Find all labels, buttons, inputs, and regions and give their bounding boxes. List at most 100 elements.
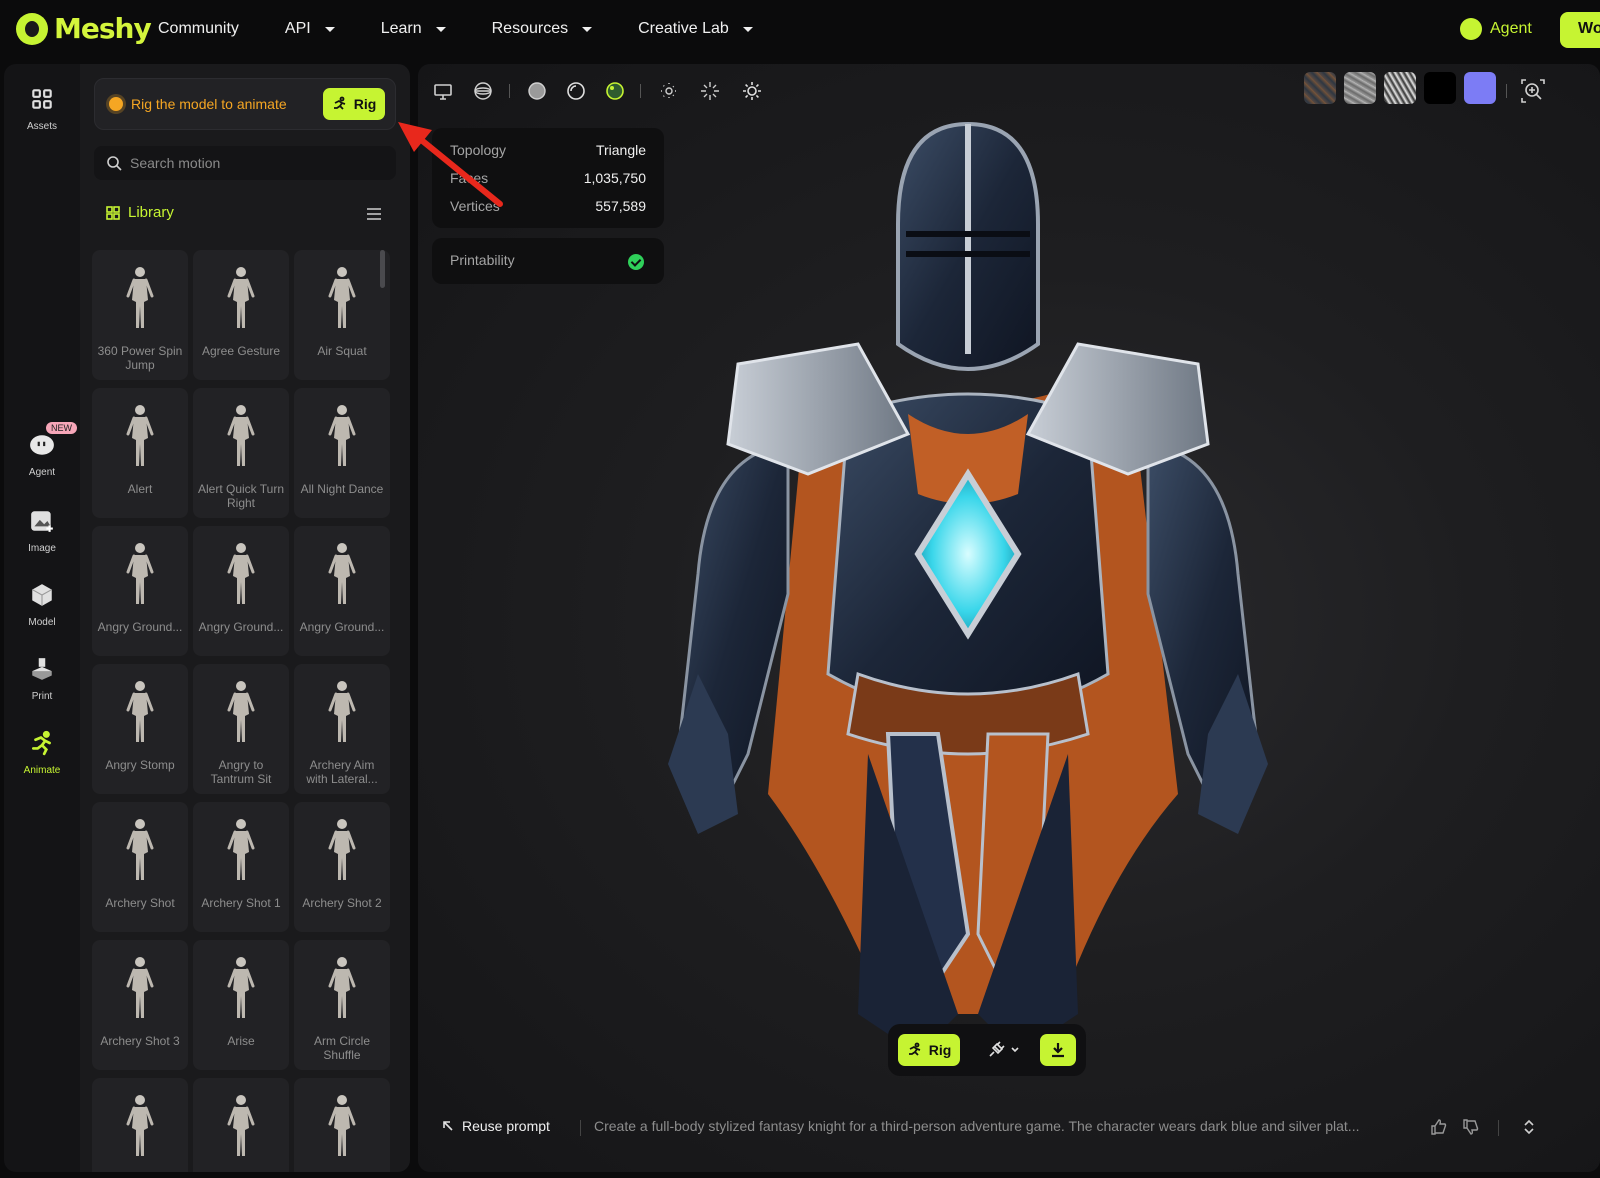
motion-card[interactable]: Archery Shot 2: [294, 802, 390, 932]
rig-button[interactable]: Rig: [323, 88, 385, 120]
rig-banner: Rig the model to animate Rig: [94, 78, 396, 130]
mannequin-figure-icon: [328, 543, 356, 604]
rail-item-animate[interactable]: Animate: [4, 730, 80, 776]
motion-card[interactable]: Angry to Tantrum Sit: [193, 664, 289, 794]
motion-card[interactable]: [193, 1078, 289, 1172]
library-tab[interactable]: Library: [106, 204, 174, 221]
check-circle-icon: [628, 254, 644, 270]
motion-label: Angry Ground...: [97, 620, 183, 634]
clay-sphere-icon[interactable]: [565, 80, 587, 102]
light-bright-icon[interactable]: [741, 80, 763, 102]
rig-button-bottom[interactable]: Rig: [898, 1034, 960, 1066]
download-button[interactable]: [1040, 1034, 1076, 1066]
motion-card[interactable]: Archery Shot: [92, 802, 188, 932]
motion-card[interactable]: Alert Quick Turn Right: [193, 388, 289, 518]
rail-item-image[interactable]: Image: [4, 508, 80, 554]
texture-swatch-roughness[interactable]: [1344, 72, 1376, 104]
motion-label: Archery Shot 1: [201, 896, 281, 910]
motion-library-grid: 360 Power Spin Jump Agree Gesture Air Squa…: [92, 250, 392, 1172]
printer-icon: [32, 658, 52, 680]
mannequin-figure-icon: [328, 267, 356, 328]
motion-card[interactable]: Air Squat: [294, 250, 390, 380]
meshy-logo[interactable]: Meshy: [16, 12, 152, 45]
rig-icon: [908, 1042, 921, 1056]
image-icon: [31, 511, 53, 532]
rail-item-assets[interactable]: Assets: [4, 86, 80, 132]
wireframe-globe-icon[interactable]: [472, 80, 494, 102]
panel-scrollbar[interactable]: [380, 250, 385, 288]
plugin-dropdown-icon[interactable]: [984, 1038, 1024, 1062]
motion-card[interactable]: [92, 1078, 188, 1172]
solid-sphere-icon[interactable]: [526, 80, 548, 102]
toolbar-divider: [640, 84, 641, 98]
stat-value: 557,589: [595, 198, 646, 214]
chevron-down-icon: [324, 26, 335, 32]
workspace-button[interactable]: Wo: [1560, 12, 1600, 48]
meshy-logo-icon: [16, 12, 48, 45]
motion-card[interactable]: [294, 1078, 390, 1172]
search-motion: [94, 146, 396, 180]
nav-community[interactable]: Community: [158, 20, 239, 38]
motion-card[interactable]: Archery Shot 3: [92, 940, 188, 1070]
rail-item-agent[interactable]: NEW Agent: [4, 422, 80, 478]
mannequin-figure-icon: [126, 1095, 154, 1156]
bottom-action-toolbar: Rig: [888, 1024, 1086, 1076]
cube-icon: [31, 584, 53, 606]
light-dim-icon[interactable]: [658, 80, 680, 102]
zoom-fit-icon[interactable]: [1520, 78, 1546, 104]
stat-value: 1,035,750: [583, 170, 646, 186]
motion-card[interactable]: Alert: [92, 388, 188, 518]
nav-api[interactable]: API: [285, 20, 335, 38]
nav-learn[interactable]: Learn: [381, 20, 446, 38]
thumbs-down-icon[interactable]: [1462, 1118, 1480, 1136]
stat-topology: Topology Triangle: [450, 142, 646, 158]
nav-creative-lab[interactable]: Creative Lab: [638, 20, 753, 38]
mannequin-figure-icon: [227, 819, 255, 880]
texture-swatch-black[interactable]: [1424, 72, 1456, 104]
printability-panel[interactable]: Printability: [432, 238, 664, 284]
motion-card[interactable]: Arm Circle Shuffle: [294, 940, 390, 1070]
thumbs-up-icon[interactable]: [1430, 1118, 1448, 1136]
motion-card[interactable]: All Night Dance: [294, 388, 390, 518]
main-nav: Community API Learn Resources Creative L…: [158, 20, 799, 38]
motion-card[interactable]: Angry Ground...: [92, 526, 188, 656]
grid-icon: [32, 89, 52, 109]
motion-card[interactable]: Arise: [193, 940, 289, 1070]
motion-label: Archery Aim with Lateral...: [306, 758, 378, 786]
motion-card[interactable]: Agree Gesture: [193, 250, 289, 380]
motion-card[interactable]: Archery Aim with Lateral...: [294, 664, 390, 794]
motion-card[interactable]: Angry Ground...: [193, 526, 289, 656]
nav-label: Resources: [491, 20, 569, 37]
texture-swatch-basecolor[interactable]: [1304, 72, 1336, 104]
knight-3d-model[interactable]: [658, 114, 1278, 1114]
motion-label: Angry to Tantrum Sit: [210, 758, 272, 786]
nav-resources[interactable]: Resources: [491, 20, 593, 38]
agent-link[interactable]: Agent: [1460, 18, 1532, 40]
motion-card[interactable]: Angry Stomp: [92, 664, 188, 794]
search-input[interactable]: [130, 146, 380, 180]
toolbar-divider: [509, 84, 510, 98]
motion-label: Agree Gesture: [201, 344, 281, 358]
monitor-icon[interactable]: [432, 80, 454, 102]
motion-card[interactable]: 360 Power Spin Jump: [92, 250, 188, 380]
rail-item-model[interactable]: Model: [4, 582, 80, 628]
list-menu-icon[interactable]: [366, 207, 382, 221]
texture-swatch-normal[interactable]: [1464, 72, 1496, 104]
chevron-down-icon: [435, 26, 446, 32]
mannequin-figure-icon: [227, 957, 255, 1018]
rail-item-print[interactable]: Print: [4, 656, 80, 702]
light-sparkle-icon[interactable]: [699, 80, 721, 102]
running-figure-icon: [31, 730, 51, 756]
expand-collapse-icon[interactable]: [1520, 1118, 1538, 1136]
mannequin-figure-icon: [126, 957, 154, 1018]
texture-swatch-metallic[interactable]: [1384, 72, 1416, 104]
reuse-prompt-button[interactable]: Reuse prompt: [442, 1118, 550, 1134]
motion-card[interactable]: Archery Shot 1: [193, 802, 289, 932]
printability-label: Printability: [450, 252, 515, 268]
3d-viewport[interactable]: Topology Triangle Faces 1,035,750 Vertices…: [418, 64, 1600, 1172]
stat-value: Triangle: [595, 142, 646, 158]
agent-icon: [30, 435, 54, 455]
textured-sphere-icon[interactable]: [604, 80, 626, 102]
motion-card[interactable]: Angry Ground...: [294, 526, 390, 656]
motion-label: Angry Stomp: [105, 758, 175, 772]
